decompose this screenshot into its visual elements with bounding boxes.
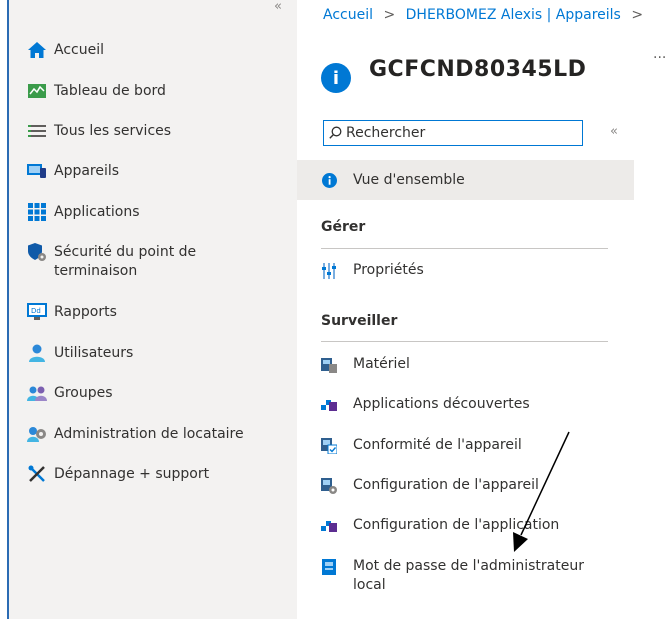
breadcrumb-item-appareils[interactable]: DHERBOMEZ Alexis | Appareils [406,7,621,23]
device-config-icon [321,478,337,494]
menu-item-proprietes[interactable]: Propriétés [297,261,424,280]
sidebar-item-label: Sécurité du point de terminaison [54,244,197,279]
menu-item-label: Matériel [353,356,410,372]
page-title: GCFCND80345LD [369,56,587,82]
sidebar-item-tableau-de-bord[interactable]: Tableau de bord [26,82,166,101]
sidebar-item-tous-les-services[interactable]: Tous les services [26,122,171,141]
sidebar-item-administration-de-locataire[interactable]: Administration de locataire [26,425,244,444]
divider [321,248,608,249]
menu-item-label: Mot de passe de l'administrateur local [353,558,584,593]
info-icon [321,172,337,188]
menu-item-label: Conformité de l'appareil [353,437,522,453]
menu-item-conformite[interactable]: Conformité de l'appareil [297,436,522,455]
groups-icon [26,384,48,402]
sidebar-item-label: Administration de locataire [54,426,244,442]
section-header-gerer: Gérer [321,219,366,235]
sidebar-item-label: Tous les services [54,123,172,139]
title-row: i GCFCND80345LD [321,45,586,93]
divider [321,341,608,342]
menu-item-label: Vue d'ensemble [353,171,465,188]
properties-icon [321,263,337,279]
devices-icon [26,162,48,180]
sidebar-item-label: Appareils [54,163,120,179]
sidebar-item-label: Rapports [54,304,117,320]
discovered-apps-icon [321,397,337,413]
section-header-surveiller: Surveiller [321,313,398,329]
sidebar-item-securite[interactable]: Sécurité du point de terminaison [26,243,226,281]
search-icon [329,124,342,143]
sidebar-item-label: Groupes [54,385,113,401]
sidebar-item-label: Dépannage + support [54,466,210,482]
sidebar-item-appareils[interactable]: Appareils [26,162,119,181]
sidebar-item-label: Tableau de bord [54,83,166,99]
menu-collapse-button[interactable]: « [610,124,618,139]
troubleshoot-icon [26,465,48,483]
breadcrumb: Accueil > DHERBOMEZ Alexis | Appareils > [323,7,649,23]
breadcrumb-separator: > [383,7,396,23]
menu-item-configuration-appareil[interactable]: Configuration de l'appareil [297,476,539,495]
menu-item-configuration-application[interactable]: Configuration de l'application [297,516,559,535]
shield-icon [26,243,48,261]
main-pane: Accueil > DHERBOMEZ Alexis | Appareils >… [297,0,666,619]
sidebar-item-groupes[interactable]: Groupes [26,384,113,403]
menu-item-applications-decouvertes[interactable]: Applications découvertes [297,395,530,414]
search-input[interactable] [346,125,566,141]
left-sidebar: « Accueil Tableau de bord Tous les servi… [0,0,297,619]
breadcrumb-separator: > [631,7,644,23]
home-icon [26,41,48,59]
menu-item-label: Propriétés [353,262,424,278]
menu-item-materiel[interactable]: Matériel [297,355,410,374]
sidebar-collapse-button[interactable]: « [274,0,282,14]
tenant-admin-icon [26,425,48,443]
sidebar-item-utilisateurs[interactable]: Utilisateurs [26,344,133,363]
user-icon [26,344,48,362]
svg-text:Dd: Dd [31,307,41,315]
sidebar-item-label: Accueil [54,42,104,58]
apps-icon [26,203,48,221]
search-box[interactable] [323,120,583,146]
compliance-icon [321,438,337,454]
sidebar-item-depannage-support[interactable]: Dépannage + support [26,465,209,484]
dashboard-icon [26,82,48,100]
list-icon [26,122,48,140]
password-vault-icon [321,559,337,575]
menu-item-mot-de-passe-admin-local[interactable]: Mot de passe de l'administrateur local [297,557,617,595]
more-options-button[interactable]: ··· [653,50,666,66]
sidebar-item-accueil[interactable]: Accueil [26,41,104,60]
hardware-icon [321,357,337,373]
menu-item-vue-ensemble[interactable]: Vue d'ensemble [297,160,634,200]
app-config-icon [321,518,337,534]
sidebar-item-label: Applications [54,204,140,220]
reports-icon: Dd [26,303,48,321]
sidebar-item-label: Utilisateurs [54,345,134,361]
sidebar-item-rapports[interactable]: Dd Rapports [26,303,117,322]
breadcrumb-item-accueil[interactable]: Accueil [323,7,373,23]
sidebar-item-applications[interactable]: Applications [26,203,140,222]
menu-item-label: Applications découvertes [353,396,530,412]
info-icon: i [321,63,351,93]
menu-item-label: Configuration de l'appareil [353,477,539,493]
menu-item-label: Configuration de l'application [353,517,560,533]
window-edge-line [7,0,9,619]
